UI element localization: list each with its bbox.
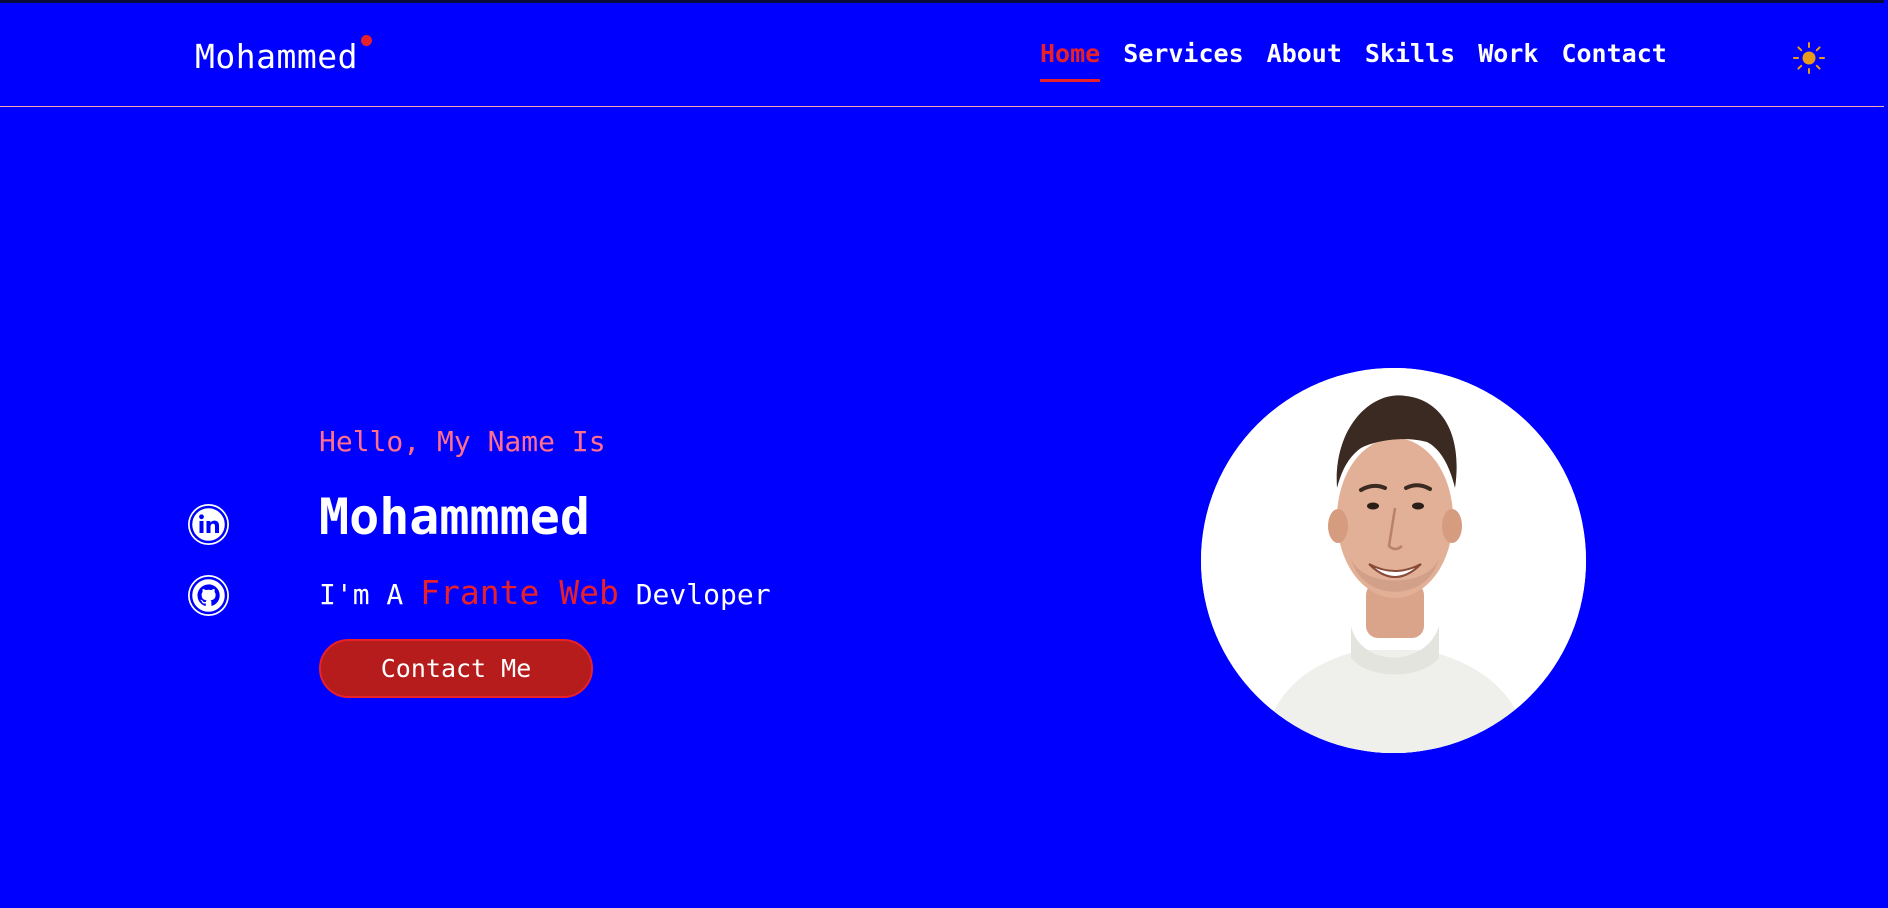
sun-icon-graphic — [1793, 42, 1825, 74]
profile-photo — [1201, 368, 1586, 753]
profile-portrait — [1201, 368, 1586, 753]
nav-skills[interactable]: Skills — [1365, 39, 1455, 82]
hero-greeting: Hello, My Name Is — [319, 425, 606, 458]
role-prefix: I'm A — [319, 578, 421, 611]
role-accent: Frante Web — [420, 573, 619, 612]
logo[interactable]: Mohammed — [195, 37, 358, 76]
github-icon[interactable] — [188, 575, 229, 616]
site-header: Mohammed Home Services About Skills Work… — [0, 0, 1884, 107]
linkedin-glyph — [189, 505, 228, 544]
hero-name: Mohammmed — [319, 488, 590, 546]
main-nav: Home Services About Skills Work Contact — [1040, 39, 1667, 82]
nav-contact[interactable]: Contact — [1561, 39, 1666, 82]
contact-me-button[interactable]: Contact Me — [319, 639, 593, 698]
nav-work[interactable]: Work — [1478, 39, 1538, 82]
nav-services[interactable]: Services — [1123, 39, 1243, 82]
logo-dot — [361, 35, 372, 46]
nav-about[interactable]: About — [1267, 39, 1342, 82]
hero-role: I'm A Frante Web Devloper — [319, 573, 771, 612]
github-glyph — [189, 576, 228, 615]
sun-icon[interactable] — [1792, 41, 1826, 75]
role-suffix: Devloper — [618, 578, 771, 611]
linkedin-icon[interactable] — [188, 504, 229, 545]
nav-home[interactable]: Home — [1040, 39, 1101, 82]
page: Mohammed Home Services About Skills Work… — [0, 0, 1888, 908]
